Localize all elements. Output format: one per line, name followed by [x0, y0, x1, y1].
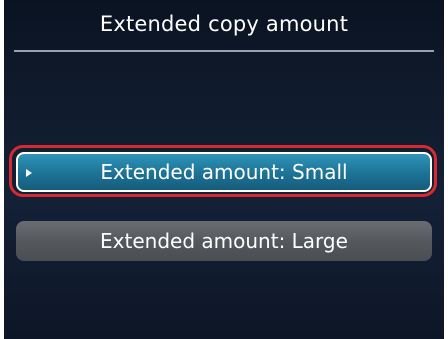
printer-lcd-screen: Extended copy amount Extended amount: Sm… [4, 0, 444, 339]
option-extended-amount-large[interactable]: Extended amount: Large [16, 221, 432, 261]
screen-title: Extended copy amount [99, 12, 349, 36]
option-label: Extended amount: Large [100, 229, 348, 253]
option-extended-amount-small[interactable]: Extended amount: Small [16, 152, 432, 192]
title-divider [14, 50, 434, 52]
option-label: Extended amount: Small [100, 160, 348, 184]
play-triangle-icon [26, 169, 32, 177]
